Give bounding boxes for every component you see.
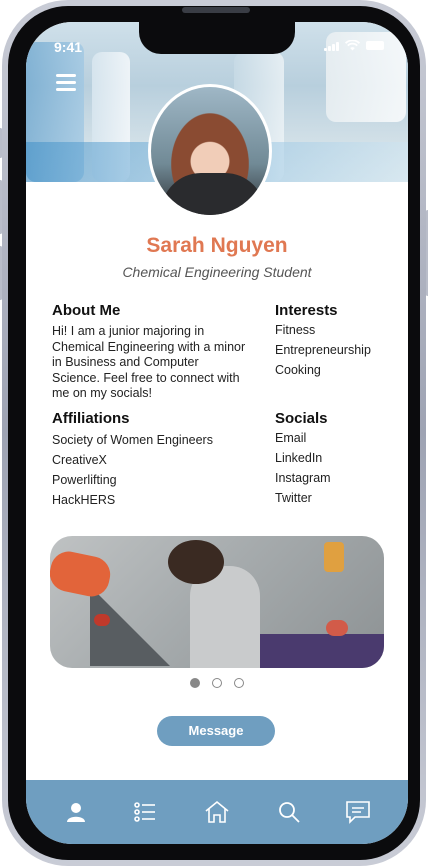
battery-icon [366, 41, 384, 50]
cellular-signal-icon [324, 41, 339, 51]
volume-up-button [0, 180, 2, 234]
search-icon[interactable] [271, 794, 307, 830]
message-button[interactable]: Message [157, 716, 275, 746]
status-time: 9:41 [54, 39, 83, 55]
speaker-grille [182, 7, 250, 13]
photo-carousel-image[interactable] [50, 536, 384, 668]
about-line: Chemical Engineering with a minor [52, 339, 246, 354]
affiliation-item: CreativeX [52, 453, 107, 467]
affiliations-list: Society of Women Engineers CreativeX Pow… [52, 430, 213, 510]
chat-icon[interactable] [340, 794, 376, 830]
wifi-icon [345, 40, 360, 51]
social-link-email[interactable]: Email [275, 428, 331, 448]
camera-notch [139, 22, 295, 54]
phone-frame: 9:41 Sarah Nguyen Chemical Engineering S… [0, 0, 428, 866]
affiliations-heading: Affiliations [52, 410, 130, 427]
app-screen: 9:41 Sarah Nguyen Chemical Engineering S… [26, 22, 408, 844]
interests-list: Fitness Entrepreneurship Cooking [275, 320, 371, 380]
status-icons [324, 40, 384, 51]
socials-list: Email LinkedIn Instagram Twitter [275, 428, 331, 508]
carousel-dot[interactable] [234, 678, 244, 688]
carousel-dot[interactable] [212, 678, 222, 688]
affiliation-item: Powerlifting [52, 473, 117, 487]
social-link-twitter[interactable]: Twitter [275, 488, 331, 508]
about-text: Hi! I am a junior majoring in Chemical E… [52, 324, 262, 402]
profile-avatar [148, 84, 272, 218]
carousel-dot[interactable] [190, 678, 200, 688]
interest-item: Cooking [275, 363, 321, 377]
interest-item: Entrepreneurship [275, 343, 371, 357]
list-icon[interactable] [127, 794, 163, 830]
profile-role: Chemical Engineering Student [122, 264, 312, 280]
affiliation-item: HackHERS [52, 493, 116, 507]
affiliation-item: Society of Women Engineers [52, 433, 213, 447]
social-link-linkedin[interactable]: LinkedIn [275, 448, 331, 468]
carousel-pagination [26, 678, 408, 688]
socials-heading: Socials [275, 410, 328, 427]
about-line: Hi! I am a junior majoring in [52, 324, 205, 338]
profile-icon[interactable] [58, 794, 94, 830]
volume-down-button [0, 246, 2, 300]
about-line: Science. Feel free to connect with [52, 370, 240, 385]
social-link-instagram[interactable]: Instagram [275, 468, 331, 488]
hamburger-menu-icon[interactable] [56, 74, 76, 92]
home-icon[interactable] [199, 794, 235, 830]
interests-heading: Interests [275, 302, 338, 319]
about-line: me on my socials! [52, 386, 153, 400]
profile-name: Sarah Nguyen [146, 234, 288, 257]
bottom-nav-bar [26, 780, 408, 844]
silent-switch [0, 128, 2, 158]
about-heading: About Me [52, 302, 121, 319]
about-line: in Business and Computer [52, 355, 199, 369]
interest-item: Fitness [275, 323, 316, 337]
